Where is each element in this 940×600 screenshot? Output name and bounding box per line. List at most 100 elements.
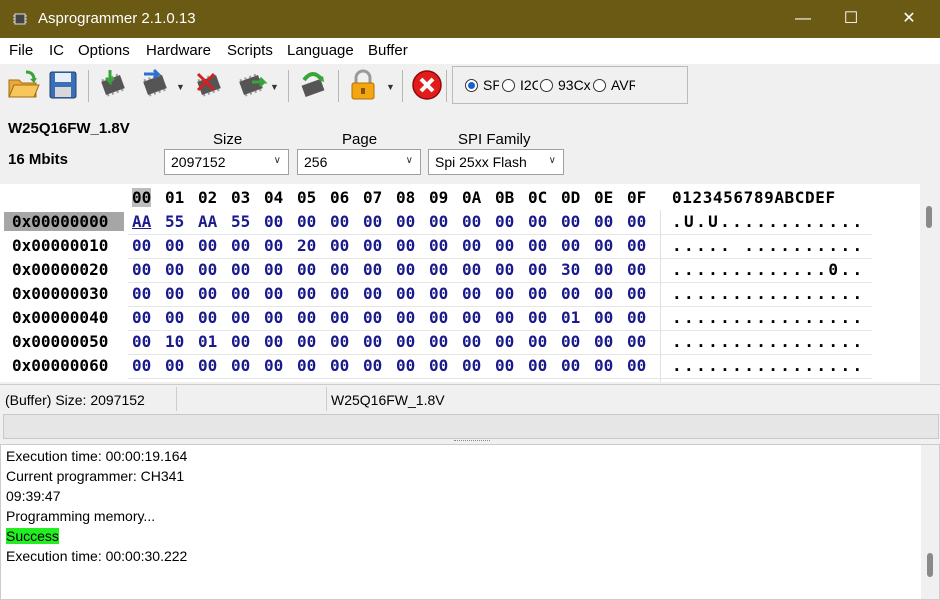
hex-byte: 00	[363, 332, 383, 351]
radio-spi-label[interactable]: SPI	[483, 77, 499, 93]
menu-ic[interactable]: IC	[49, 42, 64, 59]
hex-byte: 00	[363, 284, 383, 303]
hex-byte: 00	[231, 332, 251, 351]
hex-editor[interactable]: 00 01 02 03 04 05 06 07 08 09 0A 0B 0C 0D 0E 0F 01234567…	[0, 184, 940, 382]
hex-row-address: 0x00000030	[12, 284, 109, 303]
hex-byte: AA	[198, 212, 218, 231]
menu-language[interactable]: Language	[287, 42, 354, 59]
menu-hardware[interactable]: Hardware	[146, 42, 211, 59]
hex-column-header: 01	[165, 188, 185, 207]
hex-byte: 00	[363, 308, 383, 327]
hex-byte: 00	[429, 356, 449, 375]
write-chip-icon[interactable]	[138, 68, 172, 102]
erase-chip-icon[interactable]	[192, 68, 226, 102]
log-line: Current programmer: CH341	[6, 468, 185, 484]
stop-icon[interactable]	[410, 68, 444, 102]
hex-byte: 00	[264, 332, 284, 351]
read-chip-icon[interactable]	[96, 68, 130, 102]
radio-spi[interactable]	[465, 79, 478, 92]
menu-buffer[interactable]: Buffer	[368, 42, 408, 59]
status-buffer-size: (Buffer) Size: 2097152	[5, 392, 145, 408]
hex-byte: 00	[330, 308, 350, 327]
write-dropdown-chevron-down-icon[interactable]: ▼	[176, 82, 185, 92]
hex-byte: 00	[264, 236, 284, 255]
log-scrollbar[interactable]	[921, 445, 939, 599]
hex-byte: 00	[495, 236, 515, 255]
hex-byte: 00	[165, 260, 185, 279]
hex-row-address: 0x00000000	[4, 212, 124, 231]
hex-byte: 00	[396, 332, 416, 351]
hex-byte: 00	[264, 356, 284, 375]
hex-byte: 00	[264, 308, 284, 327]
hex-byte: 00	[330, 284, 350, 303]
hex-byte: 00	[297, 260, 317, 279]
page-select[interactable]: 256 ∨	[297, 149, 421, 175]
hex-byte: 00	[627, 308, 647, 327]
lock-dropdown-chevron-down-icon[interactable]: ▼	[386, 82, 395, 92]
hex-byte: 00	[561, 284, 581, 303]
open-file-icon[interactable]	[6, 68, 40, 102]
hex-byte: 00	[231, 308, 251, 327]
hex-byte: 00	[528, 236, 548, 255]
hex-byte: 00	[132, 284, 152, 303]
hex-scrollbar-thumb[interactable]	[926, 206, 932, 228]
verify-dropdown-chevron-down-icon[interactable]: ▼	[270, 82, 279, 92]
hex-column-header: 06	[330, 188, 350, 207]
menu-scripts[interactable]: Scripts	[227, 42, 273, 59]
chip-size: 16 Mbits	[8, 151, 69, 168]
hex-byte: 00	[429, 332, 449, 351]
toolbar-separator	[88, 70, 89, 102]
hex-byte: 00	[495, 284, 515, 303]
hex-column-header: 0A	[462, 188, 482, 207]
hex-byte: 00	[297, 308, 317, 327]
lock-icon[interactable]	[346, 68, 380, 102]
splitter-handle[interactable]	[454, 440, 490, 443]
hex-scrollbar[interactable]	[920, 184, 940, 382]
radio-avr-label[interactable]: AVR	[611, 77, 635, 93]
radio-i2c-label[interactable]: I2C	[520, 77, 538, 93]
log-scrollbar-thumb[interactable]	[927, 553, 933, 577]
hex-row-divider	[128, 330, 872, 331]
radio-i2c[interactable]	[502, 79, 515, 92]
hex-byte: 30	[561, 260, 581, 279]
log-panel: Execution time: 00:00:19.164 Current pro…	[0, 444, 940, 600]
radio-93cx-label[interactable]: 93Cx	[558, 77, 592, 93]
menu-options[interactable]: Options	[78, 42, 130, 59]
save-icon[interactable]	[46, 68, 80, 102]
hex-byte: 00	[528, 260, 548, 279]
hex-byte: 00	[462, 284, 482, 303]
minimize-button[interactable]: —	[780, 0, 826, 38]
radio-93cx[interactable]	[540, 79, 553, 92]
hex-byte: 00	[495, 260, 515, 279]
hex-byte: 00	[429, 308, 449, 327]
log-line: Execution time: 00:00:30.222	[6, 548, 188, 564]
hex-byte: 00	[627, 260, 647, 279]
spi-family-select[interactable]: Spi 25xx Flash ∨	[428, 149, 564, 175]
check-blank-icon[interactable]	[296, 68, 330, 102]
hex-row-address: 0x00000050	[12, 332, 109, 351]
hex-column-header: 00	[132, 188, 152, 207]
hex-row-address: 0x00000060	[12, 356, 109, 375]
hex-column-header: 07	[363, 188, 383, 207]
verify-chip-icon[interactable]	[234, 68, 268, 102]
hex-byte: 00	[264, 212, 284, 231]
hex-byte: 00	[627, 212, 647, 231]
hex-byte: 00	[495, 308, 515, 327]
hex-byte: 00	[396, 308, 416, 327]
hex-byte: 00	[231, 260, 251, 279]
hex-byte: 00	[198, 236, 218, 255]
hex-row-ascii: ..... ..........	[672, 236, 865, 255]
size-select[interactable]: 2097152 ∨	[164, 149, 289, 175]
hex-byte: 00	[297, 332, 317, 351]
hex-row-divider	[128, 306, 872, 307]
hex-byte: 00	[462, 236, 482, 255]
maximize-button[interactable]: ☐	[828, 0, 874, 38]
hex-byte: 00	[165, 356, 185, 375]
toolbar-separator	[338, 70, 339, 102]
hex-row-ascii: ................	[672, 308, 865, 327]
hex-byte: 00	[165, 236, 185, 255]
radio-avr[interactable]	[593, 79, 606, 92]
page-label: Page	[342, 131, 378, 148]
close-button[interactable]: ✕	[886, 0, 932, 38]
menu-file[interactable]: File	[9, 42, 33, 59]
